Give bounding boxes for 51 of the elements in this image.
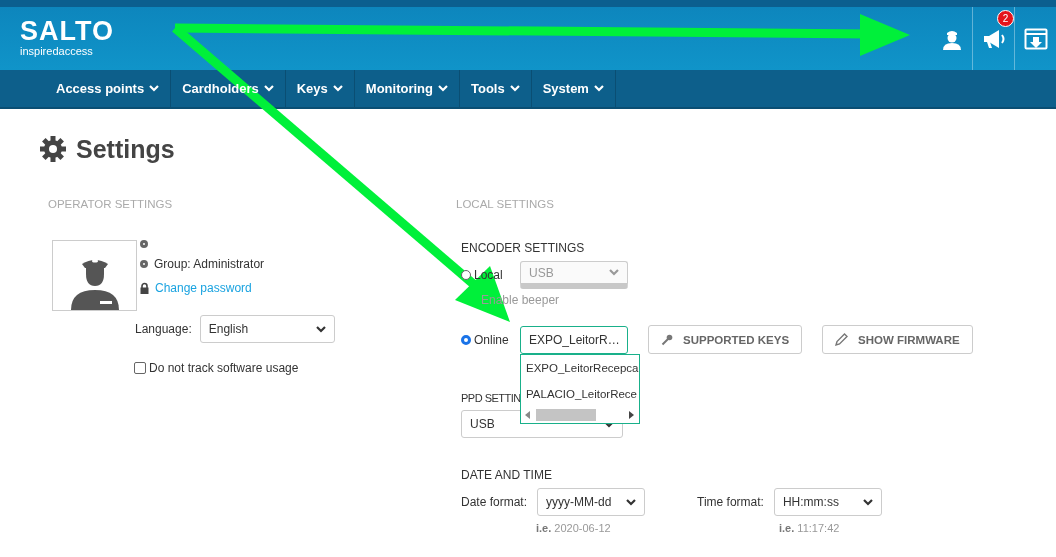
- nav-menu[interactable]: Tools: [459, 70, 532, 107]
- language-label: Language:: [135, 322, 192, 336]
- dropdown-option[interactable]: PALACIO_LeitorRece: [521, 380, 639, 407]
- caret-icon: [437, 85, 448, 92]
- logo-tagline: inspiredaccess: [20, 45, 94, 57]
- subsection-heading: PPD SETTIN: [461, 392, 521, 404]
- page-title: Settings: [76, 134, 175, 164]
- bullet-icon: [140, 240, 148, 248]
- key-icon: [661, 333, 673, 346]
- caret-icon: [332, 85, 343, 92]
- dropdown-option[interactable]: EXPO_LeitorRecepca: [521, 354, 639, 381]
- caret-icon: [593, 85, 604, 92]
- date-example: i.e. 2020-06-12: [536, 522, 612, 534]
- megaphone-icon[interactable]: [981, 28, 1006, 49]
- time-format-label: Time format:: [697, 495, 764, 509]
- caret-icon: [315, 325, 326, 333]
- caret-icon: [862, 498, 873, 506]
- nav-menu[interactable]: Keys: [285, 70, 355, 107]
- subsection-heading: DATE AND TIME: [461, 468, 552, 482]
- caret-icon: [509, 85, 520, 92]
- time-example: i.e. 11:17:42: [779, 522, 841, 534]
- language-select[interactable]: English: [199, 315, 335, 343]
- key-button[interactable]: SUPPORTED KEYS: [648, 325, 803, 354]
- encoder-select[interactable]: EXPO_LeitorR…: [520, 325, 628, 354]
- bullet-icon: [140, 260, 148, 268]
- scroll-left-icon[interactable]: [525, 410, 530, 419]
- logo: SALTO: [20, 17, 114, 45]
- nav-menu[interactable]: Monitoring: [354, 70, 460, 107]
- nav-menu[interactable]: System: [531, 70, 616, 107]
- group-text: Group: Administrator: [154, 257, 265, 271]
- checkbox[interactable]: [134, 362, 146, 374]
- lock-icon: [140, 282, 149, 294]
- subsection-heading: ENCODER SETTINGS: [461, 241, 585, 255]
- time-format-select[interactable]: HH:mm:ss: [773, 488, 882, 516]
- gear-icon: [39, 135, 67, 163]
- section-heading: LOCAL SETTINGS: [456, 198, 555, 210]
- caret-icon: [149, 85, 160, 92]
- pencil-icon: [835, 333, 849, 346]
- caret-icon: [609, 269, 619, 276]
- radio-button[interactable]: Online: [461, 332, 514, 347]
- date-format-select[interactable]: yyyy-MM-dd: [537, 488, 646, 516]
- section-heading: OPERATOR SETTINGS: [48, 198, 174, 210]
- download-icon[interactable]: [1023, 26, 1048, 51]
- date-format-label: Date format:: [461, 495, 528, 509]
- pencil-button[interactable]: SHOW FIRMWARE: [822, 325, 973, 354]
- checkbox-label: Do not track software usage: [149, 361, 299, 375]
- scroll-right-icon[interactable]: [629, 410, 635, 419]
- caret-icon: [263, 85, 274, 92]
- nav-menu[interactable]: Access points: [45, 70, 172, 107]
- caret-icon: [626, 498, 637, 506]
- notification-badge: 2: [997, 10, 1014, 27]
